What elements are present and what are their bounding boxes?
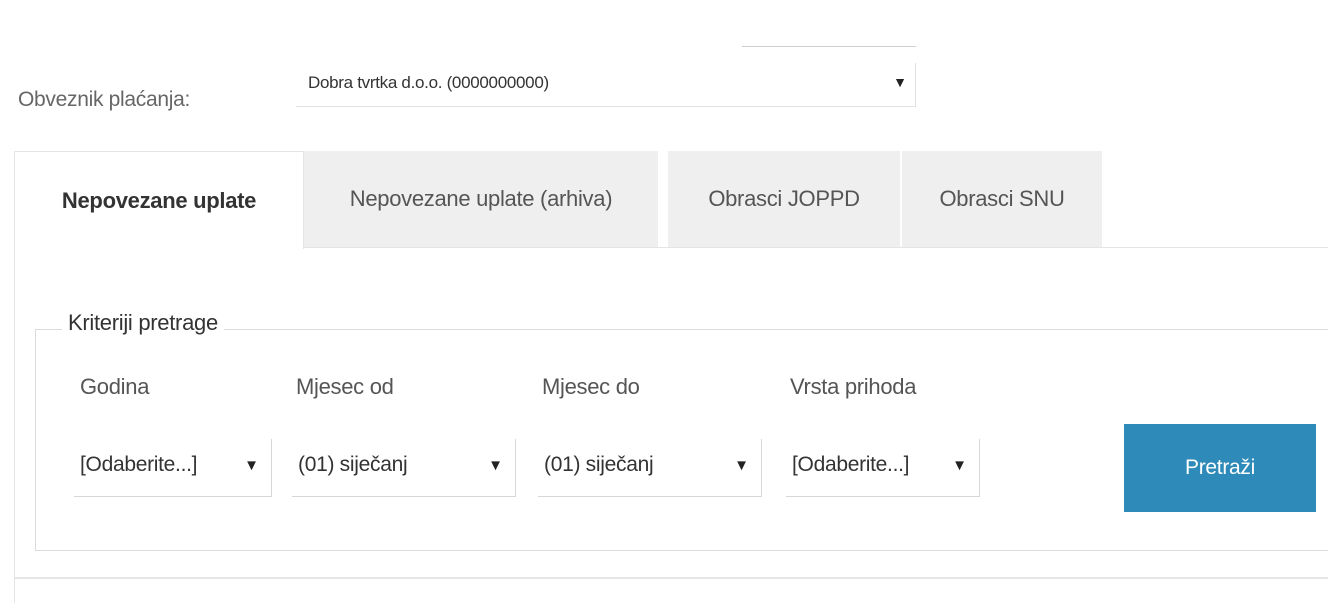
payer-label: Obveznik plaćanja: [18, 88, 191, 111]
chevron-down-icon: ▼ [734, 457, 749, 474]
chevron-down-icon: ▼ [893, 74, 907, 90]
search-button[interactable]: Pretraži [1124, 424, 1316, 512]
search-criteria-fieldset: Kriteriji pretrage Godina [Odaberite...]… [35, 310, 1328, 551]
month-from-select[interactable]: (01) siječanj ▼ [292, 439, 516, 497]
tab-nepovezane-uplate-arhiva[interactable]: Nepovezane uplate (arhiva) [304, 151, 658, 247]
chevron-down-icon: ▼ [244, 457, 259, 474]
tab-label: Obrasci SNU [939, 186, 1065, 211]
search-criteria-legend: Kriteriji pretrage [62, 310, 224, 336]
income-type-select-value: [Odaberite...] [792, 453, 910, 476]
year-select[interactable]: [Odaberite...] ▼ [74, 439, 272, 497]
payer-select-border [742, 46, 916, 47]
tab-label: Nepovezane uplate (arhiva) [349, 186, 613, 211]
tab-obrasci-snu[interactable]: Obrasci SNU [902, 151, 1102, 247]
income-type-select[interactable]: [Odaberite...] ▼ [786, 439, 980, 497]
payer-select-value: Dobra tvrtka d.o.o. (0000000000) [308, 73, 549, 92]
income-type-label: Vrsta prihoda [790, 374, 917, 399]
chevron-down-icon: ▼ [488, 457, 503, 474]
tab-obrasci-joppd[interactable]: Obrasci JOPPD [668, 151, 900, 247]
tab-label: Nepovezane uplate [61, 187, 257, 213]
chevron-down-icon: ▼ [952, 457, 967, 474]
month-to-select[interactable]: (01) siječanj ▼ [538, 439, 762, 497]
tab-label: Obrasci JOPPD [708, 186, 860, 211]
month-to-select-value: (01) siječanj [544, 453, 654, 476]
month-from-label: Mjesec od [296, 374, 394, 399]
month-from-select-value: (01) siječanj [298, 453, 408, 476]
tab-nepovezane-uplate[interactable]: Nepovezane uplate [14, 151, 304, 249]
page: Obveznik plaćanja: Dobra tvrtka d.o.o. (… [0, 0, 1328, 603]
payer-select[interactable]: Dobra tvrtka d.o.o. (0000000000) ▼ [296, 63, 916, 107]
divider [15, 577, 1328, 579]
tab-bar: Nepovezane uplate Nepovezane uplate (arh… [14, 151, 1328, 249]
year-label: Godina [80, 374, 150, 399]
year-select-value: [Odaberite...] [80, 453, 198, 476]
tab-panel: Kriteriji pretrage Godina [Odaberite...]… [14, 247, 1328, 603]
month-to-label: Mjesec do [542, 374, 640, 399]
